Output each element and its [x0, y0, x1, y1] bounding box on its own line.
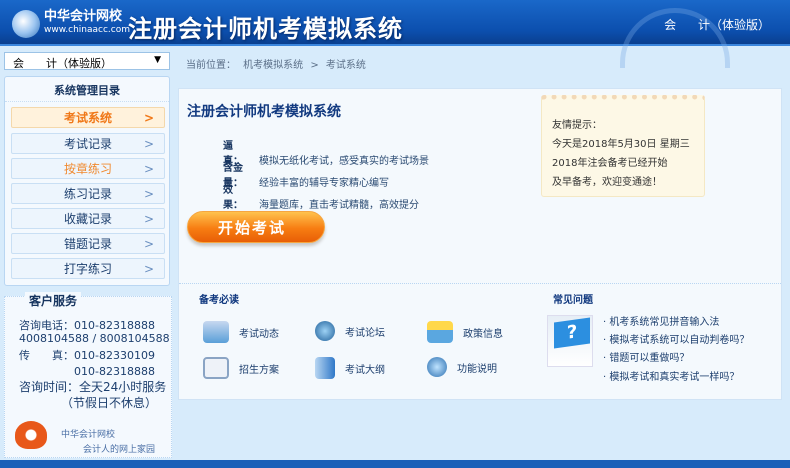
- edition-label: 会 计（体验版）: [664, 18, 770, 32]
- menu-item-favorites[interactable]: 收藏记录 >: [11, 208, 165, 229]
- logo-url: www.chinaacc.com: [44, 25, 130, 35]
- service-line: 咨询时间：全天24小时服务: [19, 380, 167, 394]
- feature-item: 效 果： 海量题库，直击考试精髓，高效提分: [223, 181, 419, 211]
- news-icon: [203, 321, 229, 343]
- service-line: （节假日不休息）: [19, 396, 158, 410]
- main-panel: 注册会计师机考模拟系统 逼 真： 模拟无纸化考试，感受真实的考试场景 含金量： 经验…: [178, 88, 782, 400]
- chevron-right-icon: >: [143, 111, 154, 125]
- service-line: 传 真：010-82330109: [19, 349, 155, 362]
- must-read-title: 备考必读: [199, 295, 239, 306]
- tip-line: 友情提示：: [552, 120, 602, 131]
- faq-link[interactable]: · 错题可以重做吗？: [603, 349, 689, 364]
- customer-service-title: 客户服务: [25, 292, 82, 309]
- chevron-right-icon: >: [143, 237, 154, 251]
- dropdown-arrow-icon: ▼: [154, 55, 161, 65]
- chevron-right-icon: >: [143, 262, 154, 276]
- menu-item-practice-records[interactable]: 练习记录 >: [11, 183, 165, 204]
- subject-select[interactable]: 会 计（体验版） ▼: [4, 52, 170, 70]
- feature-value: 海量题库，直击考试精髓，高效提分: [259, 200, 419, 211]
- tip-line: 今天是2018年5月30日 星期三: [552, 139, 690, 150]
- link-admissions[interactable]: 招生方案: [203, 357, 279, 379]
- link-label: 招生方案: [239, 364, 279, 376]
- chevron-right-icon: >: [143, 212, 154, 226]
- telephone-icon: [15, 421, 47, 449]
- faq-link[interactable]: · 模拟考试和真实考试一样吗？: [603, 368, 739, 383]
- chevron-right-icon: >: [143, 162, 154, 176]
- link-feature-guide[interactable]: 功能说明: [427, 357, 497, 377]
- menu-title: 系统管理目录: [5, 82, 169, 102]
- faq-link[interactable]: · 机考系统常见拼音输入法: [603, 313, 719, 328]
- menu-label: 考试记录: [63, 137, 112, 151]
- faq-link[interactable]: · 模拟考试系统可以自动判卷吗？: [603, 331, 749, 346]
- menu-item-exam-system[interactable]: 考试系统 >: [11, 107, 165, 128]
- menu-label: 收藏记录: [63, 212, 112, 226]
- footer-bar: [0, 460, 790, 468]
- start-exam-button[interactable]: 开始考试: [187, 211, 325, 243]
- link-exam-forum[interactable]: 考试论坛: [315, 321, 385, 341]
- tip-line: 2018年注会备考已经开始: [552, 158, 668, 169]
- link-policy-info[interactable]: 政策信息: [427, 321, 503, 343]
- feature-key: 效 果：: [223, 185, 243, 211]
- menu-item-exam-records[interactable]: 考试记录 >: [11, 133, 165, 154]
- header: 中华会计网校 www.chinaacc.com 注册会计师机考模拟系统 会 计（…: [0, 0, 790, 68]
- service-line: 4008104588 / 8008104588: [19, 332, 170, 345]
- link-label: 考试大纲: [345, 364, 385, 376]
- service-line: 咨询电话：010-82318888: [19, 319, 155, 332]
- menu-label: 考试系统: [63, 111, 112, 125]
- link-label: 功能说明: [457, 363, 497, 375]
- subject-select-value: 会 计（体验版）: [13, 57, 112, 70]
- page-title: 注册会计师机考模拟系统: [187, 104, 341, 120]
- menu-label: 按章练习: [63, 162, 112, 176]
- brand-name: 中华会计网校: [61, 430, 116, 440]
- logo-icon: [12, 10, 40, 38]
- faq-title: 常见问题: [553, 295, 593, 306]
- link-label: 考试动态: [239, 328, 279, 340]
- menu-label: 错题记录: [63, 237, 112, 251]
- chevron-right-icon: >: [143, 187, 154, 201]
- globe-icon: [315, 321, 335, 341]
- menu-panel: 系统管理目录 考试系统 > 考试记录 > 按章练习 > 练习记录 > 收藏记录 > 错题记…: [4, 76, 170, 286]
- star-basket-icon: [427, 321, 453, 343]
- menu-item-chapter-practice[interactable]: 按章练习 >: [11, 158, 165, 179]
- menu-item-wrong-answers[interactable]: 错题记录 >: [11, 233, 165, 254]
- magnifier-icon: [427, 357, 447, 377]
- question-icon: ?: [547, 315, 593, 367]
- menu-label: 练习记录: [63, 187, 112, 201]
- service-line: 010-82318888: [19, 365, 155, 378]
- book-icon: [315, 357, 335, 379]
- link-label: 政策信息: [463, 328, 503, 340]
- customer-service-panel: 客户服务 咨询电话：010-82318888 4008104588 / 8008…: [4, 292, 172, 458]
- document-icon: [203, 357, 229, 379]
- menu-label: 打字练习: [63, 262, 112, 276]
- breadcrumb: 当前位置： 机考模拟系统 > 考试系统: [186, 60, 366, 71]
- tip-line: 及早备考，欢迎变通途！: [552, 177, 662, 188]
- chevron-right-icon: >: [143, 137, 154, 151]
- menu-item-typing-practice[interactable]: 打字练习 >: [11, 258, 165, 279]
- brand-slogan: 会计人的网上家园: [83, 445, 156, 455]
- link-exam-syllabus[interactable]: 考试大纲: [315, 357, 385, 379]
- system-title: 注册会计师机考模拟系统: [128, 15, 403, 43]
- tip-box: 友情提示： 今天是2018年5月30日 星期三 2018年注会备考已经开始 及早…: [541, 95, 705, 197]
- divider: [179, 283, 781, 284]
- logo-name: 中华会计网校: [44, 9, 123, 24]
- link-exam-news[interactable]: 考试动态: [203, 321, 279, 343]
- link-label: 考试论坛: [345, 327, 385, 339]
